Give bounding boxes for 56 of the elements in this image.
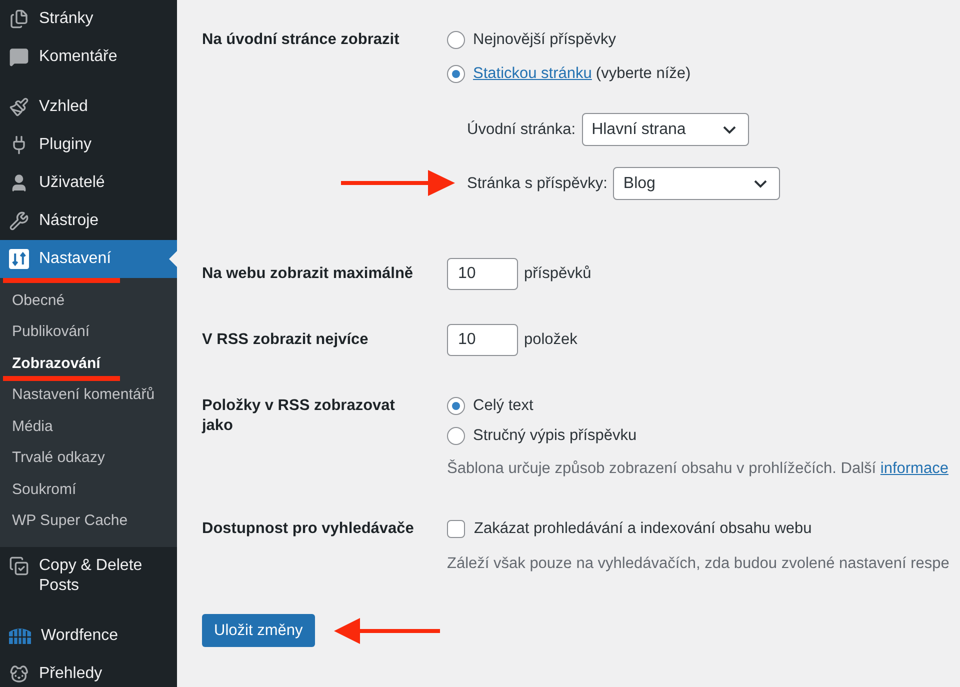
sidebar-item[interactable]: Vzhled	[0, 88, 177, 126]
chevron-down-icon	[754, 180, 768, 188]
sidebar-item[interactable]: Copy & Delete Posts	[0, 547, 177, 605]
option-link[interactable]: Statickou stránku	[473, 64, 592, 84]
input-suffix: položek	[524, 330, 578, 350]
fence-icon	[9, 626, 31, 644]
comment-icon	[9, 47, 29, 67]
paintbrush-icon	[9, 97, 29, 117]
submenu-item[interactable]: Nastavení komentářů	[0, 385, 177, 406]
checkbox[interactable]	[447, 520, 465, 538]
page-select[interactable]: Blog	[613, 167, 780, 200]
submenu-item[interactable]: Zobrazování	[0, 354, 177, 374]
copy-documents-icon	[9, 556, 29, 576]
select-label: Stránka s příspěvky:	[467, 174, 608, 194]
settings-icon	[9, 249, 29, 269]
sidebar-item[interactable]: Komentáře	[0, 38, 177, 76]
sidebar-item[interactable]: Nastavení	[0, 240, 177, 278]
setting-label: Dostupnost pro vyhledávače	[202, 519, 415, 539]
option-label: Nejnovější příspěvky	[473, 30, 616, 50]
description: Šablona určuje způsob zobrazení obsahu v prohlížečích. Další informace	[447, 459, 948, 479]
number-input[interactable]: 10	[447, 258, 518, 290]
description: Záleží však pouze na vyhledávačích, zda budou zvolené nastavení respe	[447, 554, 950, 574]
setting-label: Na úvodní stránce zobrazit	[202, 30, 400, 50]
select-label: Úvodní stránka:	[467, 120, 576, 140]
setting-label: Položky v RSS zobrazovat jako	[202, 396, 396, 436]
sidebar-item[interactable]: Pluginy	[0, 126, 177, 164]
wrench-icon	[9, 211, 29, 231]
setting-label: Na webu zobrazit maximálně	[202, 264, 414, 284]
chevron-down-icon	[722, 126, 736, 134]
submenu-item[interactable]: Publikování	[0, 322, 177, 342]
submenu-item[interactable]: WP Super Cache	[0, 511, 177, 532]
radio-button[interactable]	[447, 397, 465, 415]
setting-label: V RSS zobrazit nejvíce	[202, 330, 370, 350]
sidebar-item[interactable]: Stránky	[0, 0, 177, 38]
sidebar-item[interactable]: Uživatelé	[0, 164, 177, 202]
dog-icon	[9, 664, 29, 684]
submenu-item[interactable]: Soukromí	[0, 480, 177, 500]
sidebar-item[interactable]: Wordfence	[0, 617, 177, 655]
input-suffix: příspěvků	[524, 264, 592, 284]
more-info-link[interactable]: informace	[880, 460, 948, 477]
radio-button[interactable]	[447, 65, 465, 83]
checkbox-label: Zakázat prohledávání a indexování obsahu webu	[474, 519, 812, 539]
radio-button[interactable]	[447, 427, 465, 445]
page-select[interactable]: Hlavní strana	[582, 113, 749, 146]
sidebar-item[interactable]: Přehledy	[0, 655, 177, 687]
number-input[interactable]: 10	[447, 324, 518, 356]
submenu-item[interactable]: Trvalé odkazy	[0, 448, 177, 468]
save-button[interactable]: Uložit změny	[202, 614, 315, 647]
option-label: (vyberte níže)	[596, 64, 691, 84]
sidebar-item[interactable]: Nástroje	[0, 202, 177, 240]
option-label: Stručný výpis příspěvku	[473, 426, 637, 446]
pages-icon	[9, 9, 29, 29]
submenu-item[interactable]: Média	[0, 416, 177, 437]
option-label: Celý text	[473, 396, 534, 416]
radio-button[interactable]	[447, 31, 465, 49]
submenu-item[interactable]: Obecné	[0, 290, 177, 311]
